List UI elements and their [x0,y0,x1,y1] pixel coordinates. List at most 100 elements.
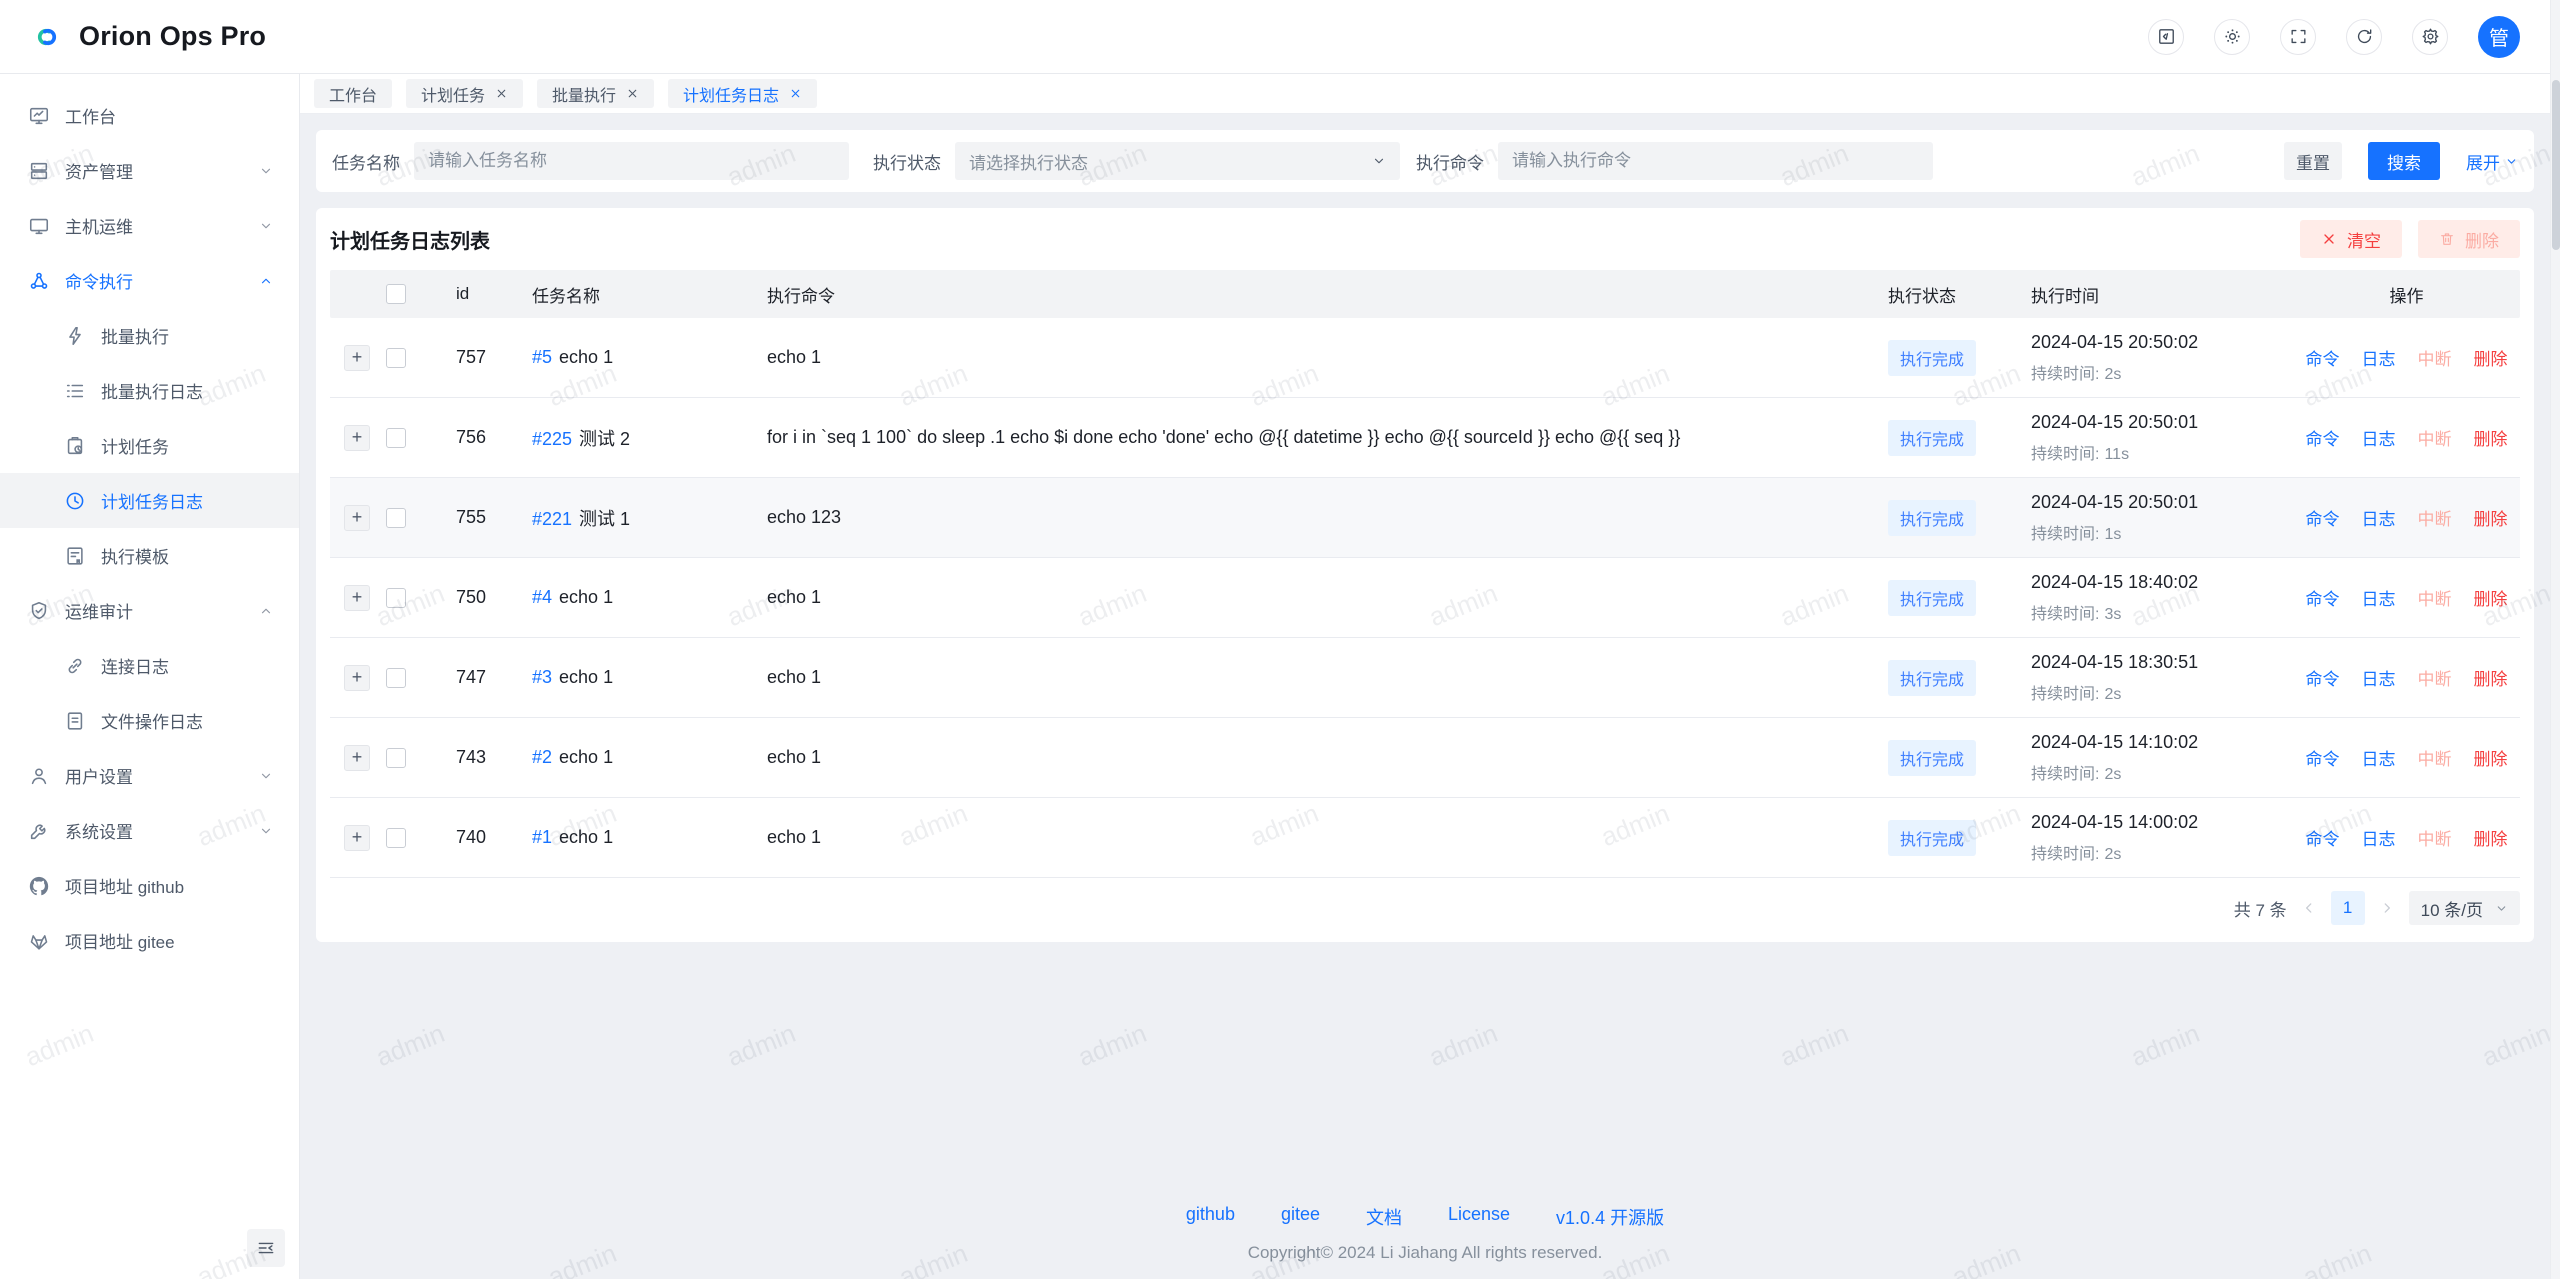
action-command[interactable]: 命令 [2306,505,2340,530]
task-id-link[interactable]: #3 [532,667,552,687]
action-delete[interactable]: 删除 [2474,425,2508,450]
clear-button[interactable]: 清空 [2300,220,2402,258]
action-command[interactable]: 命令 [2306,825,2340,850]
sidebar-item[interactable]: 计划任务日志 [0,473,299,528]
task-id-link[interactable]: #2 [532,747,552,767]
action-interrupt[interactable]: 中断 [2418,345,2452,370]
expand-row-button[interactable]: + [344,585,370,611]
avatar[interactable]: 管 [2478,16,2520,58]
vertical-scrollbar[interactable] [2550,0,2560,1279]
action-delete[interactable]: 删除 [2474,745,2508,770]
sidebar-item[interactable]: 运维审计 [0,583,299,638]
action-command[interactable]: 命令 [2306,585,2340,610]
close-icon[interactable] [626,87,639,100]
row-checkbox[interactable] [386,748,406,768]
action-interrupt[interactable]: 中断 [2418,585,2452,610]
code-icon[interactable] [2148,19,2184,55]
search-button[interactable]: 搜索 [2368,142,2440,180]
sidebar-item[interactable]: 批量执行日志 [0,363,299,418]
row-checkbox[interactable] [386,828,406,848]
action-log[interactable]: 日志 [2362,745,2396,770]
action-command[interactable]: 命令 [2306,425,2340,450]
action-delete[interactable]: 删除 [2474,585,2508,610]
expand-row-button[interactable]: + [344,745,370,771]
page-number[interactable]: 1 [2331,891,2365,925]
footer-link[interactable]: 文档 [1366,1204,1402,1230]
sidebar-item[interactable]: 连接日志 [0,638,299,693]
action-interrupt[interactable]: 中断 [2418,425,2452,450]
select-all-checkbox[interactable] [386,284,406,304]
sidebar-item[interactable]: 计划任务 [0,418,299,473]
action-log[interactable]: 日志 [2362,425,2396,450]
scrollbar-thumb[interactable] [2552,80,2560,250]
action-log[interactable]: 日志 [2362,825,2396,850]
sidebar-collapse-button[interactable] [247,1229,285,1267]
action-log[interactable]: 日志 [2362,585,2396,610]
task-name-input[interactable] [414,142,849,180]
close-icon[interactable] [495,87,508,100]
task-id-link[interactable]: #1 [532,827,552,847]
action-interrupt[interactable]: 中断 [2418,825,2452,850]
reset-button[interactable]: 重置 [2284,142,2342,180]
refresh-icon[interactable] [2346,19,2382,55]
sidebar-item[interactable]: 项目地址 github [0,858,299,913]
action-delete[interactable]: 删除 [2474,505,2508,530]
action-log[interactable]: 日志 [2362,665,2396,690]
sidebar-item[interactable]: 用户设置 [0,748,299,803]
duration-label: 持续时间: [2031,606,2099,623]
theme-icon[interactable] [2214,19,2250,55]
sidebar-item[interactable]: 工作台 [0,88,299,143]
tab-工作台[interactable]: 工作台 [314,79,392,108]
row-checkbox[interactable] [386,348,406,368]
delete-button[interactable]: 删除 [2418,220,2520,258]
action-log[interactable]: 日志 [2362,345,2396,370]
action-command[interactable]: 命令 [2306,745,2340,770]
next-page-icon[interactable] [2380,901,2394,915]
sidebar-item[interactable]: 批量执行 [0,308,299,363]
action-interrupt[interactable]: 中断 [2418,745,2452,770]
task-id-link[interactable]: #5 [532,347,552,367]
action-command[interactable]: 命令 [2306,665,2340,690]
sidebar-item[interactable]: 资产管理 [0,143,299,198]
action-delete[interactable]: 删除 [2474,345,2508,370]
sidebar-item[interactable]: 文件操作日志 [0,693,299,748]
action-delete[interactable]: 删除 [2474,665,2508,690]
expand-toggle[interactable]: 展开 [2466,149,2518,174]
sidebar-item[interactable]: 执行模板 [0,528,299,583]
action-delete[interactable]: 删除 [2474,825,2508,850]
action-log[interactable]: 日志 [2362,505,2396,530]
sidebar-item[interactable]: 命令执行 [0,253,299,308]
expand-row-button[interactable]: + [344,345,370,371]
expand-row-button[interactable]: + [344,505,370,531]
prev-page-icon[interactable] [2302,901,2316,915]
close-icon[interactable] [789,87,802,100]
action-interrupt[interactable]: 中断 [2418,505,2452,530]
action-command[interactable]: 命令 [2306,345,2340,370]
page-size-select[interactable]: 10 条/页 [2409,891,2520,925]
footer-link[interactable]: License [1448,1204,1510,1230]
settings-icon[interactable] [2412,19,2448,55]
task-id-link[interactable]: #4 [532,587,552,607]
row-checkbox[interactable] [386,588,406,608]
expand-row-button[interactable]: + [344,665,370,691]
sidebar-item[interactable]: 项目地址 gitee [0,913,299,968]
task-id-link[interactable]: #221 [532,509,572,529]
tab-计划任务日志[interactable]: 计划任务日志 [668,79,817,108]
action-interrupt[interactable]: 中断 [2418,665,2452,690]
row-checkbox[interactable] [386,508,406,528]
sidebar-item[interactable]: 主机运维 [0,198,299,253]
row-checkbox[interactable] [386,428,406,448]
tab-批量执行[interactable]: 批量执行 [537,79,654,108]
exec-command-input[interactable] [1498,142,1933,180]
fullscreen-icon[interactable] [2280,19,2316,55]
expand-row-button[interactable]: + [344,825,370,851]
row-checkbox[interactable] [386,668,406,688]
task-id-link[interactable]: #225 [532,429,572,449]
footer-link[interactable]: v1.0.4 开源版 [1556,1204,1664,1230]
footer-link[interactable]: github [1186,1204,1235,1230]
sidebar-item[interactable]: 系统设置 [0,803,299,858]
expand-row-button[interactable]: + [344,425,370,451]
exec-status-select[interactable]: 请选择执行状态 [955,142,1400,180]
tab-计划任务[interactable]: 计划任务 [406,79,523,108]
footer-link[interactable]: gitee [1281,1204,1320,1230]
